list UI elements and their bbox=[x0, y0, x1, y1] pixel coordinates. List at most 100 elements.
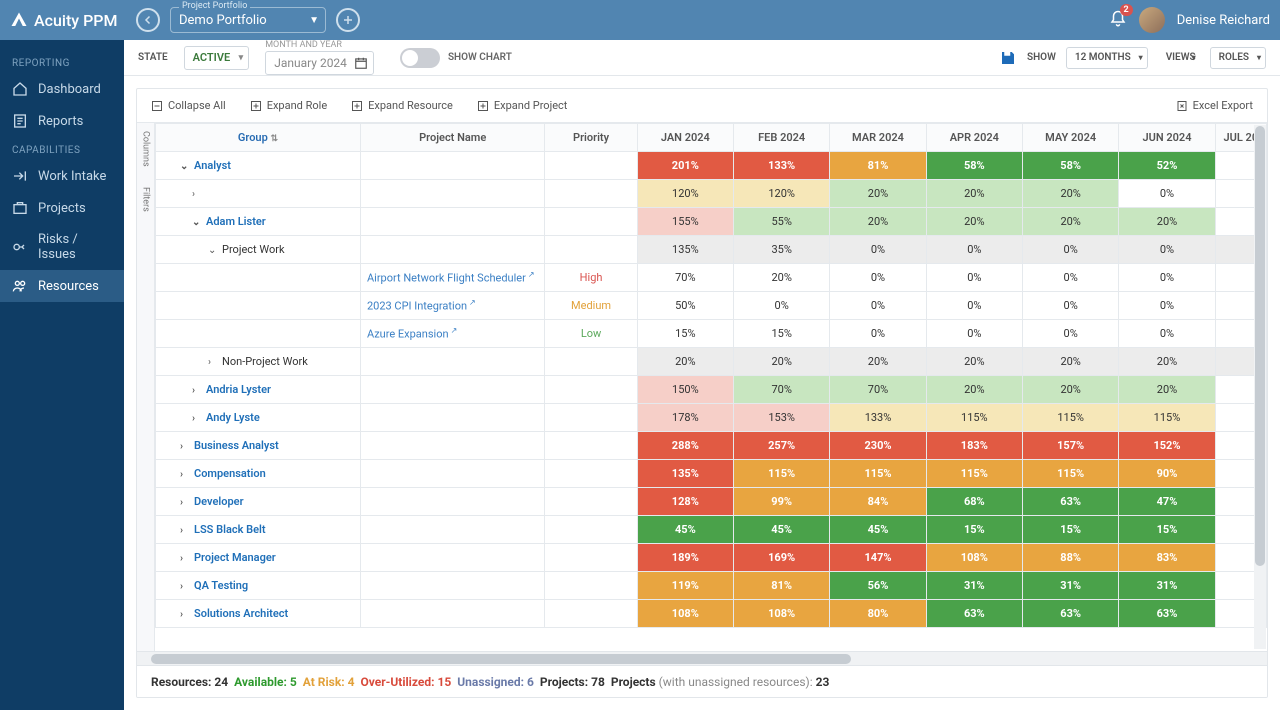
utilization-cell[interactable]: 115% bbox=[926, 460, 1022, 488]
table-row[interactable]: Azure Expansion↗Low15%15%0%0%0%0% bbox=[156, 320, 1267, 348]
col-header[interactable]: MAY 2024 bbox=[1022, 124, 1118, 152]
utilization-cell[interactable]: 257% bbox=[734, 432, 830, 460]
sidebar-item-resources[interactable]: Resources bbox=[0, 270, 124, 302]
utilization-cell[interactable]: 15% bbox=[926, 516, 1022, 544]
utilization-cell[interactable]: 52% bbox=[1119, 152, 1215, 180]
group-cell[interactable]: ›LSS Black Belt bbox=[156, 516, 361, 544]
table-row[interactable]: ›LSS Black Belt45%45%45%15%15%15% bbox=[156, 516, 1267, 544]
utilization-cell[interactable]: 135% bbox=[637, 236, 733, 264]
utilization-cell[interactable]: 147% bbox=[830, 544, 926, 572]
utilization-cell[interactable]: 108% bbox=[734, 600, 830, 628]
expand-role-button[interactable]: Expand Role bbox=[250, 99, 327, 112]
utilization-cell[interactable]: 63% bbox=[1022, 488, 1118, 516]
utilization-cell[interactable]: 288% bbox=[637, 432, 733, 460]
table-row[interactable]: ›Non-Project Work20%20%20%20%20%20% bbox=[156, 348, 1267, 376]
utilization-cell[interactable]: 70% bbox=[734, 376, 830, 404]
utilization-cell[interactable]: 20% bbox=[926, 208, 1022, 236]
utilization-cell[interactable]: 45% bbox=[734, 516, 830, 544]
project-cell[interactable]: Azure Expansion↗ bbox=[360, 320, 544, 348]
filters-tab[interactable]: Filters bbox=[141, 187, 151, 212]
utilization-cell[interactable]: 115% bbox=[1119, 404, 1215, 432]
utilization-cell[interactable]: 80% bbox=[830, 600, 926, 628]
utilization-cell[interactable]: 20% bbox=[1119, 348, 1215, 376]
utilization-cell[interactable]: 169% bbox=[734, 544, 830, 572]
utilization-cell[interactable]: 0% bbox=[830, 264, 926, 292]
utilization-cell[interactable]: 20% bbox=[734, 348, 830, 376]
utilization-cell[interactable]: 157% bbox=[1022, 432, 1118, 460]
utilization-cell[interactable]: 201% bbox=[637, 152, 733, 180]
project-cell[interactable]: Airport Network Flight Scheduler↗ bbox=[360, 264, 544, 292]
utilization-cell[interactable]: 45% bbox=[830, 516, 926, 544]
group-cell[interactable]: ⌄Adam Lister bbox=[156, 208, 361, 236]
utilization-cell[interactable]: 99% bbox=[734, 488, 830, 516]
group-cell[interactable]: ›Developer bbox=[156, 488, 361, 516]
group-cell[interactable]: ›Solutions Architect bbox=[156, 600, 361, 628]
excel-export-button[interactable]: Excel Export bbox=[1176, 99, 1253, 112]
group-cell[interactable]: ›Project Manager bbox=[156, 544, 361, 572]
table-row[interactable]: ⌄Analyst201%133%81%58%58%52% bbox=[156, 152, 1267, 180]
utilization-cell[interactable]: 115% bbox=[1022, 404, 1118, 432]
utilization-cell[interactable]: 20% bbox=[734, 264, 830, 292]
utilization-cell[interactable]: 189% bbox=[637, 544, 733, 572]
notifications-button[interactable]: 2 bbox=[1109, 10, 1127, 31]
columns-tab[interactable]: Columns bbox=[141, 131, 151, 167]
utilization-cell[interactable]: 20% bbox=[830, 208, 926, 236]
utilization-cell[interactable]: 20% bbox=[1022, 348, 1118, 376]
utilization-cell[interactable]: 84% bbox=[830, 488, 926, 516]
utilization-cell[interactable]: 31% bbox=[1022, 572, 1118, 600]
col-header[interactable]: MAR 2024 bbox=[830, 124, 926, 152]
utilization-cell[interactable]: 0% bbox=[1022, 292, 1118, 320]
group-cell[interactable] bbox=[156, 264, 361, 292]
utilization-cell[interactable]: 0% bbox=[830, 292, 926, 320]
utilization-cell[interactable]: 0% bbox=[1119, 180, 1215, 208]
utilization-cell[interactable]: 58% bbox=[1022, 152, 1118, 180]
utilization-cell[interactable]: 20% bbox=[830, 348, 926, 376]
utilization-cell[interactable]: 0% bbox=[1119, 320, 1215, 348]
utilization-cell[interactable]: 115% bbox=[830, 460, 926, 488]
utilization-cell[interactable]: 0% bbox=[830, 236, 926, 264]
table-row[interactable]: ›Andy Lyste178%153%133%115%115%115% bbox=[156, 404, 1267, 432]
sidebar-item-work-intake[interactable]: Work Intake bbox=[0, 160, 124, 192]
utilization-cell[interactable]: 133% bbox=[830, 404, 926, 432]
utilization-cell[interactable]: 63% bbox=[1119, 600, 1215, 628]
utilization-cell[interactable]: 20% bbox=[1022, 208, 1118, 236]
roles-select[interactable]: ROLES bbox=[1210, 47, 1266, 69]
utilization-cell[interactable]: 152% bbox=[1119, 432, 1215, 460]
col-header[interactable]: JUN 2024 bbox=[1119, 124, 1215, 152]
utilization-cell[interactable]: 0% bbox=[1022, 236, 1118, 264]
group-cell[interactable] bbox=[156, 292, 361, 320]
sidebar-item-dashboard[interactable]: Dashboard bbox=[0, 73, 124, 105]
utilization-cell[interactable]: 0% bbox=[1022, 264, 1118, 292]
utilization-cell[interactable]: 0% bbox=[1119, 264, 1215, 292]
table-row[interactable]: ⌄Project Work135%35%0%0%0%0% bbox=[156, 236, 1267, 264]
show-chart-toggle[interactable] bbox=[400, 48, 440, 68]
utilization-cell[interactable]: 0% bbox=[926, 292, 1022, 320]
utilization-cell[interactable]: 0% bbox=[926, 236, 1022, 264]
group-cell[interactable]: ›QA Testing bbox=[156, 572, 361, 600]
table-row[interactable]: ›Compensation135%115%115%115%115%90% bbox=[156, 460, 1267, 488]
views-button[interactable]: VIEWS bbox=[1158, 47, 1200, 69]
col-header[interactable]: Priority bbox=[545, 124, 637, 152]
group-cell[interactable]: ⌄Analyst bbox=[156, 152, 361, 180]
col-header[interactable]: Group ⇅ bbox=[156, 124, 361, 152]
utilization-cell[interactable]: 183% bbox=[926, 432, 1022, 460]
duration-select[interactable]: 12 MONTHS bbox=[1066, 47, 1148, 69]
utilization-cell[interactable]: 115% bbox=[926, 404, 1022, 432]
utilization-cell[interactable]: 70% bbox=[637, 264, 733, 292]
utilization-cell[interactable]: 0% bbox=[1119, 236, 1215, 264]
utilization-cell[interactable]: 63% bbox=[926, 600, 1022, 628]
horizontal-scrollbar[interactable] bbox=[137, 651, 1267, 665]
utilization-cell[interactable]: 20% bbox=[1119, 208, 1215, 236]
utilization-cell[interactable]: 70% bbox=[830, 376, 926, 404]
utilization-cell[interactable]: 15% bbox=[734, 320, 830, 348]
table-row[interactable]: ›Andria Lyster150%70%70%20%20%20% bbox=[156, 376, 1267, 404]
utilization-cell[interactable]: 128% bbox=[637, 488, 733, 516]
utilization-cell[interactable]: 155% bbox=[637, 208, 733, 236]
utilization-cell[interactable]: 58% bbox=[926, 152, 1022, 180]
group-cell[interactable] bbox=[156, 320, 361, 348]
table-row[interactable]: ›Project Manager189%169%147%108%88%83% bbox=[156, 544, 1267, 572]
utilization-cell[interactable]: 20% bbox=[830, 180, 926, 208]
utilization-cell[interactable]: 133% bbox=[734, 152, 830, 180]
month-select[interactable]: January 2024 bbox=[265, 51, 374, 75]
sidebar-item-risks[interactable]: Risks / Issues bbox=[0, 224, 124, 270]
